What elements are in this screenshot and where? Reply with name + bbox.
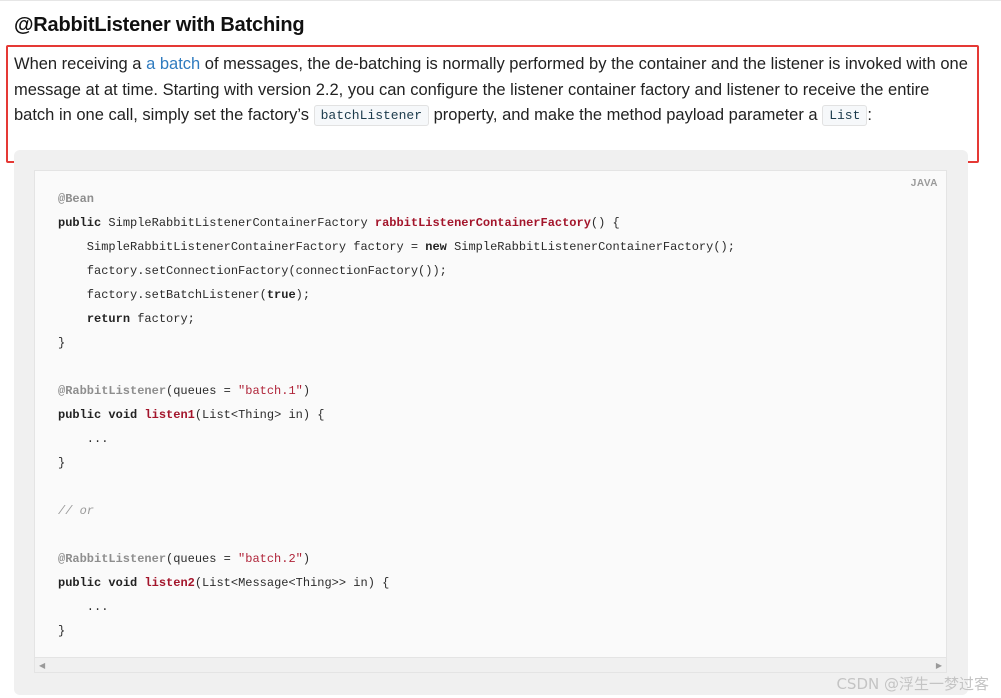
code-token: (queues = bbox=[166, 552, 239, 566]
code-token: SimpleRabbitListenerContainerFactory fac… bbox=[58, 240, 426, 254]
inline-code-list: List bbox=[822, 105, 868, 126]
code-token: @Bean bbox=[58, 192, 95, 206]
batch-link[interactable]: a batch bbox=[146, 55, 200, 73]
code-line: } bbox=[58, 451, 735, 475]
code-token: factory.setBatchListener( bbox=[58, 288, 267, 302]
description-paragraph: When receiving a a batch of messages, th… bbox=[14, 52, 974, 130]
code-token: factory.setConnectionFactory(connectionF… bbox=[58, 264, 447, 278]
code-line: ... bbox=[58, 427, 735, 451]
code-token: listen2 bbox=[144, 576, 195, 590]
code-token: void bbox=[108, 408, 138, 422]
code-token: ... bbox=[58, 600, 109, 614]
code-line: factory.setConnectionFactory(connectionF… bbox=[58, 259, 735, 283]
horizontal-scrollbar[interactable]: ◀ ▶ bbox=[35, 657, 946, 672]
scroll-right-icon[interactable]: ▶ bbox=[936, 661, 942, 670]
code-token: new bbox=[425, 240, 447, 254]
code-line: @Bean bbox=[58, 187, 735, 211]
code-line: public SimpleRabbitListenerContainerFact… bbox=[58, 211, 735, 235]
code-token: ); bbox=[295, 288, 311, 302]
code-token: void bbox=[108, 576, 138, 590]
code-line: factory.setBatchListener(true); bbox=[58, 283, 735, 307]
code-token: } bbox=[58, 456, 66, 470]
code-line: ... bbox=[58, 595, 735, 619]
code-token: } bbox=[58, 336, 66, 350]
paragraph-text-1: When receiving a bbox=[14, 55, 147, 73]
code-token: public bbox=[58, 576, 102, 590]
language-label: JAVA bbox=[910, 178, 938, 189]
code-token: public bbox=[58, 216, 102, 230]
code-token: "batch.2" bbox=[238, 552, 303, 566]
code-token: public bbox=[58, 408, 102, 422]
paragraph-text-4: : bbox=[867, 106, 873, 124]
code-token: SimpleRabbitListenerContainerFactory bbox=[101, 216, 375, 230]
code-line: SimpleRabbitListenerContainerFactory fac… bbox=[58, 235, 735, 259]
code-token: ) bbox=[302, 552, 311, 566]
code-token: "batch.1" bbox=[238, 384, 303, 398]
code-line: public void listen2(List<Message<Thing>>… bbox=[58, 571, 735, 595]
paragraph-text-3: property, and make the method payload pa… bbox=[429, 106, 823, 124]
code-line: public void listen1(List<Thing> in) { bbox=[58, 403, 735, 427]
code-line: @RabbitListener(queues = "batch.2") bbox=[58, 547, 735, 571]
code-token: listen1 bbox=[144, 408, 195, 422]
code-token: @RabbitListener bbox=[58, 552, 167, 566]
code-token: (List<Message<Thing>> in) { bbox=[194, 576, 390, 590]
code-token: ... bbox=[58, 432, 109, 446]
code-listing: JAVA @Bean public SimpleRabbitListenerCon… bbox=[14, 150, 968, 695]
code-token: // or bbox=[58, 504, 95, 518]
code-block[interactable]: JAVA @Bean public SimpleRabbitListenerCon… bbox=[34, 170, 947, 673]
inline-code-batchlistener: batchListener bbox=[313, 105, 430, 126]
code-line: // or bbox=[58, 499, 735, 523]
code-token: ) bbox=[302, 384, 311, 398]
scroll-left-icon[interactable]: ◀ bbox=[39, 661, 45, 670]
watermark: CSDN @浮生一梦过客 bbox=[836, 675, 989, 693]
code-token: (queues = bbox=[166, 384, 239, 398]
code-line: } bbox=[58, 331, 735, 355]
code-token: () { bbox=[590, 216, 620, 230]
code-token: true bbox=[266, 288, 296, 302]
code-line: } bbox=[58, 619, 735, 643]
code-token: @RabbitListener bbox=[58, 384, 167, 398]
code-token: return bbox=[86, 312, 131, 326]
code-token: factory; bbox=[130, 312, 195, 326]
code-token: (List<Thing> in) { bbox=[194, 408, 325, 422]
code-token: } bbox=[58, 624, 66, 638]
code-token: rabbitListenerContainerFactory bbox=[374, 216, 591, 230]
code-line: @RabbitListener(queues = "batch.1") bbox=[58, 379, 735, 403]
section-heading: @RabbitListener with Batching bbox=[14, 14, 305, 36]
top-divider bbox=[0, 0, 1001, 1]
code-line: return factory; bbox=[58, 307, 735, 331]
code-content[interactable]: @Bean public SimpleRabbitListenerContaine… bbox=[58, 187, 735, 643]
code-token: SimpleRabbitListenerContainerFactory(); bbox=[446, 240, 735, 254]
